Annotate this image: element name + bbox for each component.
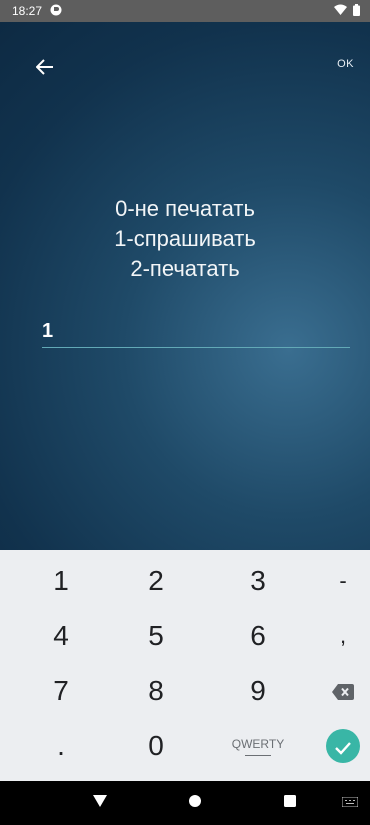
done-circle (326, 729, 360, 763)
done-key[interactable] (297, 720, 370, 772)
check-icon (334, 730, 352, 762)
key-5[interactable]: 5 (110, 610, 202, 662)
nav-recents-button[interactable] (270, 781, 310, 825)
status-bar: 18:27 (0, 0, 370, 22)
nav-back-icon (93, 794, 107, 812)
key-4[interactable]: 4 (15, 610, 107, 662)
qwerty-switch-key[interactable]: QWERTY (212, 720, 304, 772)
status-time: 18:27 (12, 4, 43, 18)
back-button[interactable] (30, 54, 60, 84)
status-right (334, 3, 360, 19)
key-8[interactable]: 8 (110, 665, 202, 717)
key-0[interactable]: 0 (110, 720, 202, 772)
back-arrow-icon (35, 58, 54, 80)
value-input[interactable]: 1 (42, 320, 350, 348)
key-dash[interactable]: - (297, 555, 370, 607)
app-content: OK 0-не печатать 1-спрашивать 2-печатать… (0, 22, 370, 550)
nav-recents-icon (283, 794, 297, 813)
keyboard-switch-button[interactable] (338, 781, 362, 825)
backspace-icon (332, 675, 354, 707)
ok-button[interactable]: OK (337, 58, 354, 70)
prompt-text: 0-не печатать 1-спрашивать 2-печатать (0, 194, 370, 284)
qwerty-underline (244, 754, 271, 756)
key-6[interactable]: 6 (212, 610, 304, 662)
nav-back-button[interactable] (80, 781, 120, 825)
battery-icon (353, 3, 360, 19)
notification-icon (50, 4, 62, 19)
wifi-icon (334, 4, 347, 18)
input-underline (42, 347, 350, 348)
backspace-key[interactable] (297, 665, 370, 717)
numeric-keyboard: 1 2 3 - 4 5 6 , 7 8 9 . 0 QWERTY (0, 550, 370, 781)
key-dot[interactable]: . (15, 720, 107, 772)
system-nav-bar (0, 781, 370, 825)
key-1[interactable]: 1 (15, 555, 107, 607)
status-left: 18:27 (12, 4, 62, 19)
key-7[interactable]: 7 (15, 665, 107, 717)
prompt-line-3: 2-печатать (130, 256, 240, 281)
prompt-line-2: 1-спрашивать (114, 226, 256, 251)
key-9[interactable]: 9 (212, 665, 304, 717)
keyboard-switch-icon (341, 794, 359, 812)
key-3[interactable]: 3 (212, 555, 304, 607)
key-comma[interactable]: , (297, 610, 370, 662)
qwerty-label: QWERTY (231, 736, 285, 751)
qwerty-label-wrap: QWERTY (232, 737, 284, 756)
nav-home-button[interactable] (175, 781, 215, 825)
prompt-line-1: 0-не печатать (115, 196, 255, 221)
nav-home-icon (188, 794, 202, 813)
key-2[interactable]: 2 (110, 555, 202, 607)
